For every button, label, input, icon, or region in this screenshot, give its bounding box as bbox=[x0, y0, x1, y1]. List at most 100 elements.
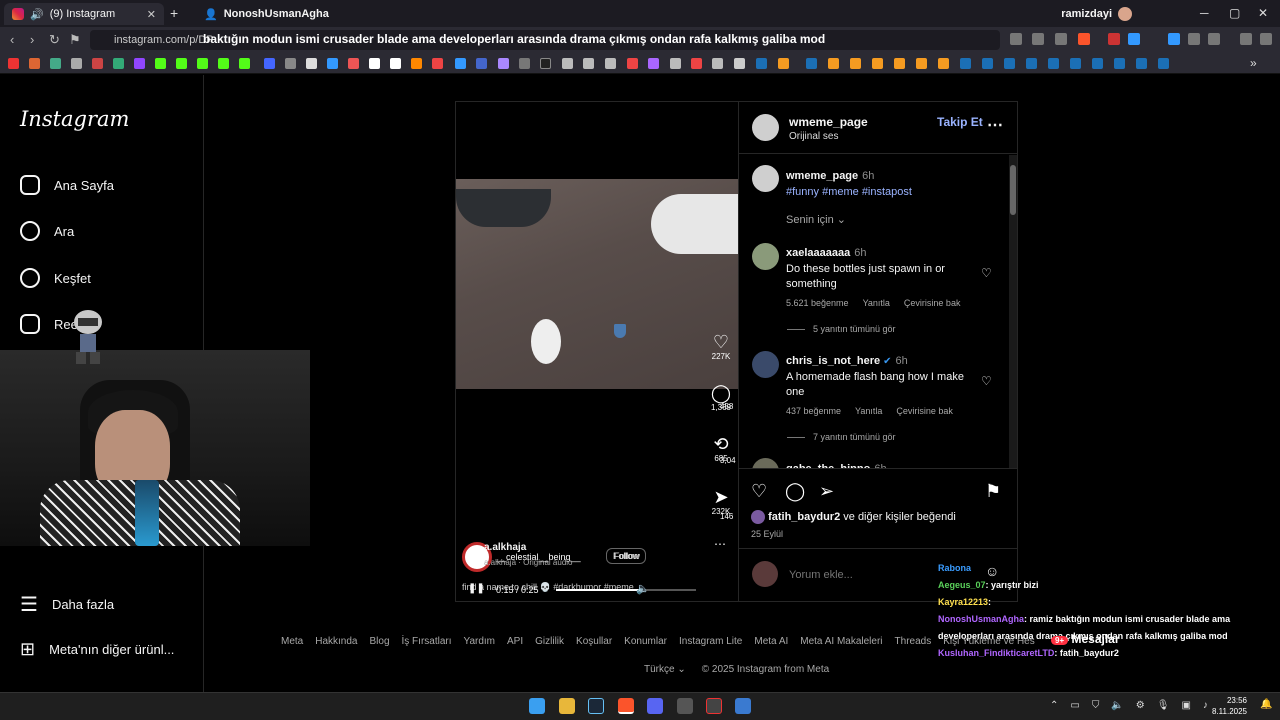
more-options-icon[interactable]: ⋯ bbox=[987, 115, 1003, 135]
bookmark-kick-icon[interactable] bbox=[239, 58, 250, 69]
language-select[interactable]: Türkçe ⌄ bbox=[644, 664, 686, 675]
minimize-icon[interactable]: ─ bbox=[1200, 6, 1209, 20]
bookmark-icon[interactable] bbox=[627, 58, 638, 69]
bookmark-steam-icon[interactable] bbox=[806, 58, 817, 69]
messages-button[interactable]: 9+ Mesajlar bbox=[1051, 632, 1120, 646]
bookmark-gmail-icon[interactable] bbox=[92, 58, 103, 69]
save-icon[interactable]: ⚑ bbox=[985, 481, 1001, 502]
bookmark-icon[interactable] bbox=[938, 58, 949, 69]
liker-avatar[interactable] bbox=[751, 510, 765, 524]
sidebar-item-home[interactable]: Ana Sayfa bbox=[20, 175, 114, 195]
shield-icon[interactable]: ⛉ bbox=[1092, 700, 1100, 711]
bookmark-icon[interactable] bbox=[455, 58, 466, 69]
bookmark-icon[interactable] bbox=[540, 58, 551, 69]
bookmark-icon[interactable] bbox=[778, 58, 789, 69]
instagram-logo[interactable]: Instagram bbox=[20, 107, 129, 131]
new-tab-icon[interactable]: + bbox=[170, 5, 178, 21]
forward-icon[interactable]: › bbox=[30, 32, 34, 47]
translate-button[interactable]: Çevirisine bak bbox=[896, 406, 953, 416]
extension-icon[interactable] bbox=[1108, 33, 1120, 45]
tab-nonosh[interactable]: 👤 NonoshUsmanAgha bbox=[196, 3, 356, 25]
bookmark-google-icon[interactable] bbox=[50, 58, 61, 69]
file-explorer-icon[interactable] bbox=[559, 698, 575, 714]
reply-button[interactable]: Yanıtla bbox=[863, 298, 890, 308]
extension-icon[interactable] bbox=[1128, 33, 1140, 45]
comments-scrollbar[interactable] bbox=[1009, 155, 1017, 468]
footer-link[interactable]: Hakkında bbox=[315, 636, 357, 647]
comment-icon[interactable]: ◯ bbox=[785, 481, 805, 502]
bookmark-kick-icon[interactable] bbox=[197, 58, 208, 69]
extension-icon[interactable] bbox=[1168, 33, 1180, 45]
footer-link[interactable]: Yardım bbox=[464, 636, 496, 647]
bookmark-steam-icon[interactable] bbox=[1070, 58, 1081, 69]
more-bookmarks-icon[interactable]: » bbox=[1250, 56, 1257, 70]
bookmark-icon[interactable] bbox=[850, 58, 861, 69]
comment-likes[interactable]: 5.621 beğenme bbox=[786, 298, 849, 308]
footer-link[interactable]: İş Fırsatları bbox=[402, 636, 452, 647]
view-replies-button[interactable]: 5 yanıtın tümünü gör bbox=[787, 324, 896, 334]
comment-username[interactable]: xaelaaaaaaa bbox=[786, 247, 850, 259]
footer-link[interactable]: Meta bbox=[281, 636, 303, 647]
bookmark-icon[interactable] bbox=[670, 58, 681, 69]
folder-icon[interactable] bbox=[734, 58, 745, 69]
bookmark-drive-icon[interactable] bbox=[113, 58, 124, 69]
footer-link[interactable]: Kişi Yükleme ve Hes bbox=[943, 636, 1035, 647]
media-icon[interactable] bbox=[1240, 33, 1252, 45]
battery-icon[interactable]: ▭ bbox=[1070, 700, 1079, 711]
bookmark-steam-icon[interactable] bbox=[1092, 58, 1103, 69]
author-avatar[interactable] bbox=[752, 165, 779, 192]
extensions-icon[interactable] bbox=[1188, 33, 1200, 45]
obs-icon[interactable] bbox=[706, 698, 722, 714]
bookmark-twitch-icon[interactable] bbox=[134, 58, 145, 69]
share-icon[interactable]: ➢ bbox=[819, 481, 834, 502]
bookmark-icon[interactable] bbox=[327, 58, 338, 69]
speaker-icon[interactable]: 🔊 bbox=[30, 8, 44, 21]
bookmark-icon[interactable] bbox=[691, 58, 702, 69]
caption-username[interactable]: wmeme_page bbox=[786, 170, 858, 182]
footer-link[interactable]: Instagram Lite bbox=[679, 636, 742, 647]
footer-link[interactable]: Konumlar bbox=[624, 636, 667, 647]
bookmark-amazon-icon[interactable] bbox=[390, 58, 401, 69]
brave-browser-icon[interactable] bbox=[618, 698, 634, 714]
bookmark-icon[interactable] bbox=[71, 58, 82, 69]
bookmark-icon[interactable] bbox=[348, 58, 359, 69]
system-clock[interactable]: 23:56 8.11.2025 bbox=[1212, 695, 1247, 717]
display-icon[interactable]: ▣ bbox=[1181, 700, 1190, 711]
bookmark-x-icon[interactable] bbox=[306, 58, 317, 69]
reel-like-button[interactable]: ♡ 227K bbox=[706, 332, 736, 361]
footer-link[interactable]: Meta AI bbox=[754, 636, 788, 647]
bookmark-icon[interactable] bbox=[519, 58, 530, 69]
bookmark-steam-icon[interactable] bbox=[1136, 58, 1147, 69]
browser-profile[interactable]: ramizdayi bbox=[1061, 7, 1132, 21]
brave-shield-icon[interactable] bbox=[1078, 33, 1090, 45]
bookmark-steam-icon[interactable] bbox=[982, 58, 993, 69]
author-username[interactable]: wmeme_page bbox=[789, 115, 868, 129]
bookmark-icon[interactable] bbox=[872, 58, 883, 69]
bookmark-steam-icon[interactable] bbox=[756, 58, 767, 69]
steam-tray-icon[interactable]: ⚙ bbox=[1136, 700, 1145, 711]
reload-icon[interactable]: ↻ bbox=[49, 32, 60, 48]
bookmark-steam-icon[interactable] bbox=[960, 58, 971, 69]
bookmark-steam-icon[interactable] bbox=[1158, 58, 1169, 69]
liker-username[interactable]: fatih_baydur2 bbox=[768, 511, 840, 523]
commenter-avatar[interactable] bbox=[752, 351, 779, 378]
more-icon[interactable]: ⋯ bbox=[714, 537, 726, 551]
audio-label[interactable]: Orijinal ses bbox=[789, 131, 838, 142]
bookmark-icon[interactable] bbox=[712, 58, 723, 69]
footer-link[interactable]: Meta AI Makaleleri bbox=[800, 636, 882, 647]
maximize-icon[interactable]: ▢ bbox=[1229, 6, 1240, 20]
footer-link[interactable]: API bbox=[507, 636, 523, 647]
bookmark-steam-icon[interactable] bbox=[1048, 58, 1059, 69]
zoom-icon[interactable] bbox=[1032, 33, 1044, 45]
footer-link[interactable]: Koşullar bbox=[576, 636, 612, 647]
mic-icon[interactable]: 🎙 bbox=[1157, 700, 1170, 711]
close-window-icon[interactable]: ✕ bbox=[1258, 6, 1268, 20]
back-icon[interactable]: ‹ bbox=[10, 32, 14, 47]
bookmark-icon[interactable] bbox=[562, 58, 573, 69]
app-icon[interactable] bbox=[677, 698, 693, 714]
bookmark-steam-icon[interactable] bbox=[1026, 58, 1037, 69]
likes-count[interactable]: ve diğer kişiler beğendi bbox=[843, 511, 956, 523]
volume-icon[interactable]: ♪ bbox=[1203, 700, 1208, 711]
bookmark-icon[interactable] bbox=[605, 58, 616, 69]
comment-like-icon[interactable]: ♡ bbox=[981, 374, 992, 388]
